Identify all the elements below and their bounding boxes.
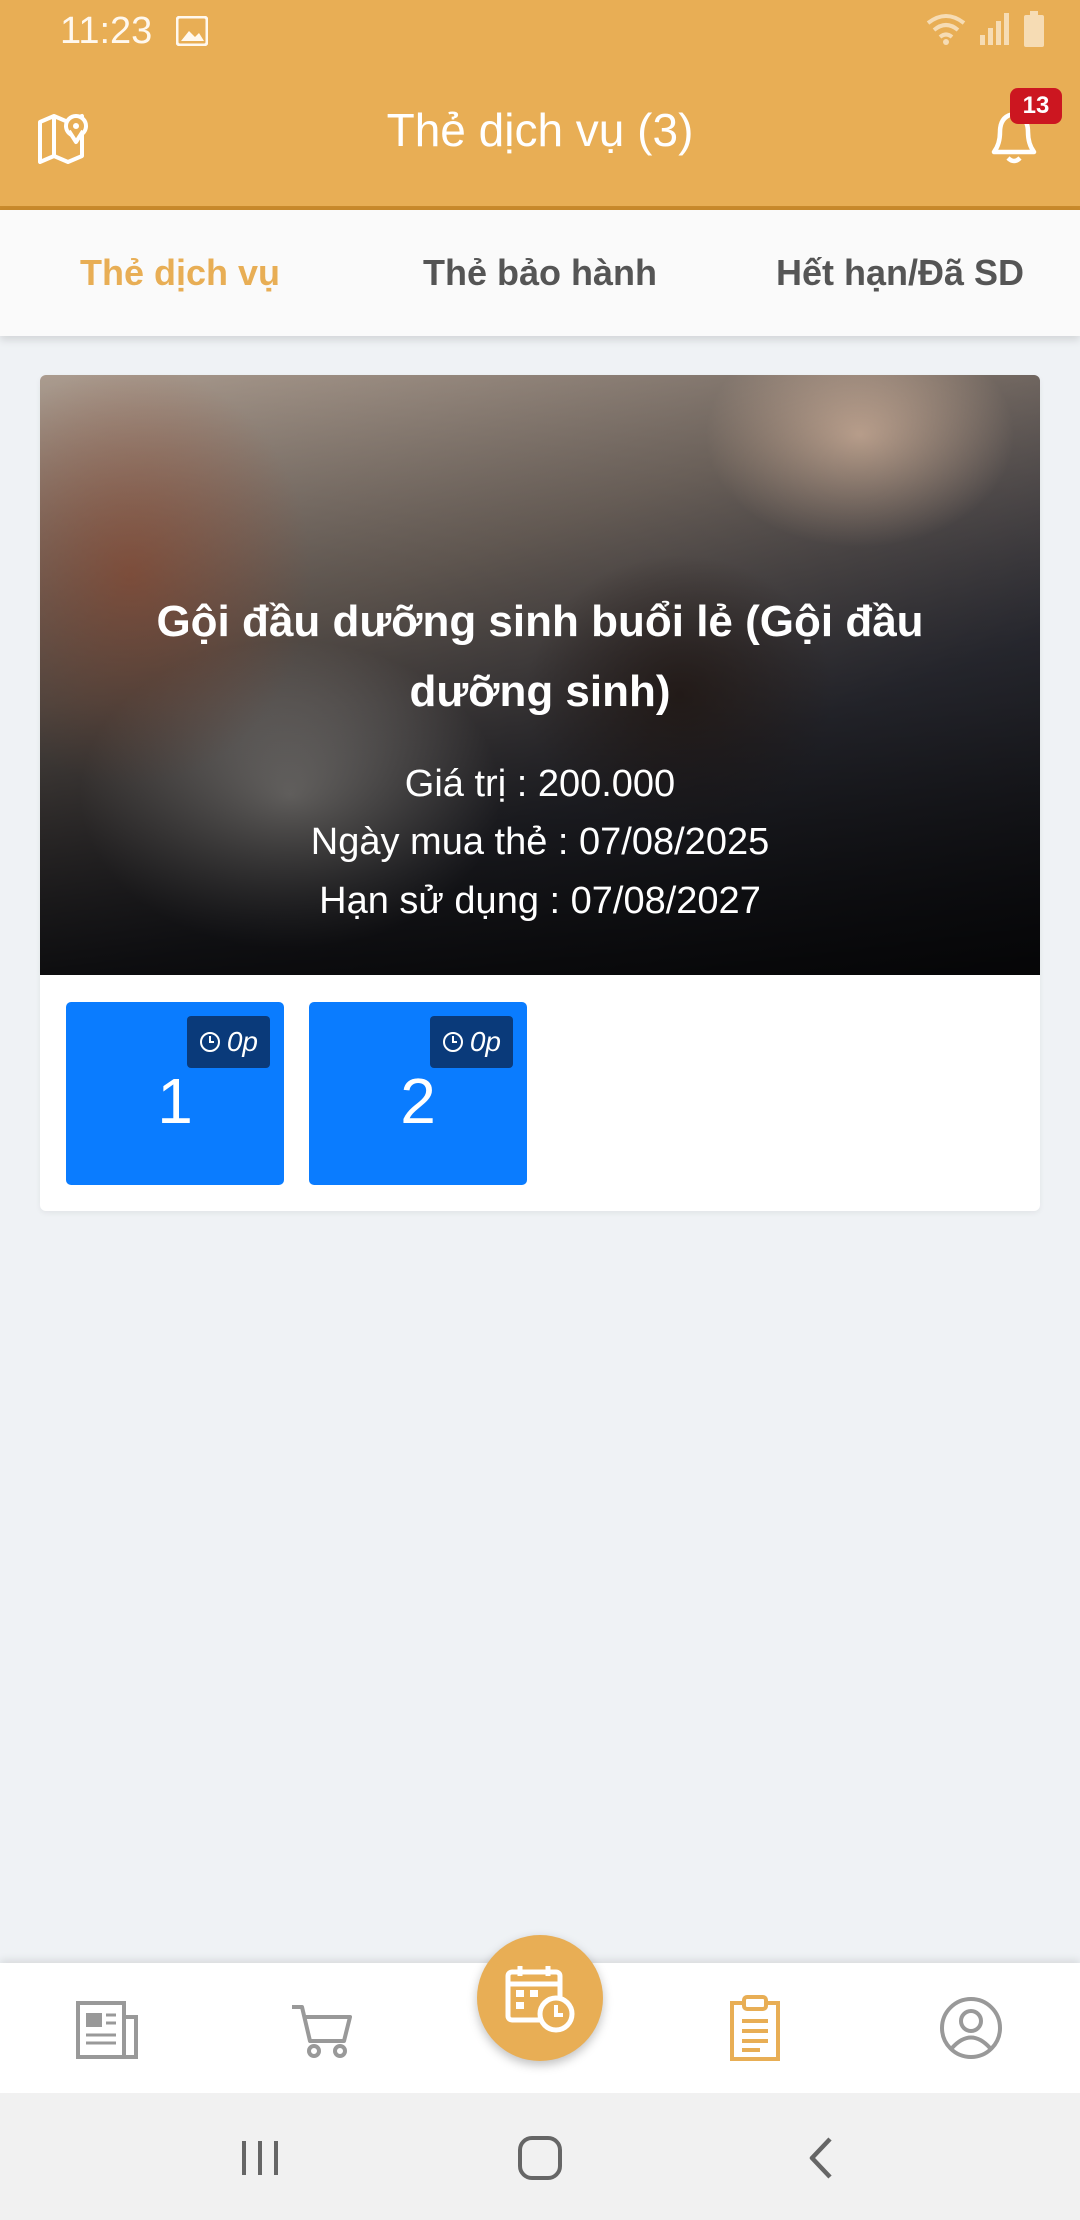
card-value-label: Giá trị : bbox=[404, 763, 528, 805]
back-icon[interactable] bbox=[792, 2133, 852, 2183]
cart-icon[interactable] bbox=[288, 1993, 358, 2063]
image-icon bbox=[176, 16, 208, 46]
wifi-icon bbox=[926, 14, 966, 45]
app-header: 11:23 Thẻ dịch vụ (3) 13 bbox=[0, 0, 1080, 210]
calendar-clock-icon bbox=[505, 1966, 575, 2033]
session-number: 1 bbox=[157, 1065, 193, 1137]
expiry-date-label: Hạn sử dụng : bbox=[319, 880, 561, 922]
news-icon[interactable] bbox=[72, 1993, 142, 2063]
tab-warranty-cards[interactable]: Thẻ bảo hành bbox=[360, 210, 720, 336]
tab-expired-used[interactable]: Hết hạn/Đã SD bbox=[720, 210, 1080, 336]
page-title: Thẻ dịch vụ (3) bbox=[386, 104, 694, 156]
session-duration-text: 0p bbox=[469, 1026, 501, 1057]
clock-icon bbox=[199, 1032, 220, 1052]
home-icon[interactable] bbox=[510, 2133, 570, 2183]
card-title: Gội đầu dưỡng sinh buổi lẻ (Gội đầu dưỡn… bbox=[156, 597, 924, 716]
card-purchase-line: Ngày mua thẻ : 07/08/2025 bbox=[40, 821, 1040, 864]
notification-badge: 13 bbox=[1010, 88, 1062, 124]
card-value-line: Giá trị : 200.000 bbox=[40, 763, 1040, 806]
status-time: 11:23 bbox=[60, 10, 153, 52]
signal-icon bbox=[980, 13, 1009, 45]
card-value: 200.000 bbox=[537, 763, 676, 805]
session-duration: 0p bbox=[429, 1016, 513, 1068]
system-navigation-bar bbox=[0, 2093, 1080, 2220]
profile-icon[interactable] bbox=[936, 1993, 1006, 2063]
card-hero-text: Gội đầu dưỡng sinh buổi lẻ (Gội đầu dưỡn… bbox=[40, 375, 1040, 975]
tab-bar: Thẻ dịch vụ Thẻ bảo hành Hết hạn/Đã SD bbox=[0, 210, 1080, 336]
tab-service-cards[interactable]: Thẻ dịch vụ bbox=[0, 210, 360, 336]
booking-button[interactable] bbox=[477, 1935, 603, 2061]
battery-icon bbox=[1024, 11, 1044, 47]
service-card[interactable]: Gội đầu dưỡng sinh buổi lẻ (Gội đầu dưỡn… bbox=[40, 375, 1040, 1211]
session-tile[interactable]: 0p 1 bbox=[66, 1002, 284, 1185]
session-tile[interactable]: 0p 2 bbox=[309, 1002, 527, 1185]
session-duration-text: 0p bbox=[226, 1026, 258, 1057]
recent-apps-icon[interactable] bbox=[230, 2133, 290, 2183]
clock-icon bbox=[442, 1032, 463, 1052]
status-icons bbox=[924, 10, 1046, 48]
purchase-date-label: Ngày mua thẻ : bbox=[310, 821, 569, 863]
session-duration: 0p bbox=[186, 1016, 270, 1068]
clipboard-icon[interactable] bbox=[720, 1993, 790, 2063]
session-number: 2 bbox=[400, 1065, 436, 1137]
card-expiry-line: Hạn sử dụng : 07/08/2027 bbox=[40, 880, 1040, 923]
expiry-date: 07/08/2027 bbox=[570, 880, 761, 922]
purchase-date: 07/08/2025 bbox=[579, 821, 770, 863]
